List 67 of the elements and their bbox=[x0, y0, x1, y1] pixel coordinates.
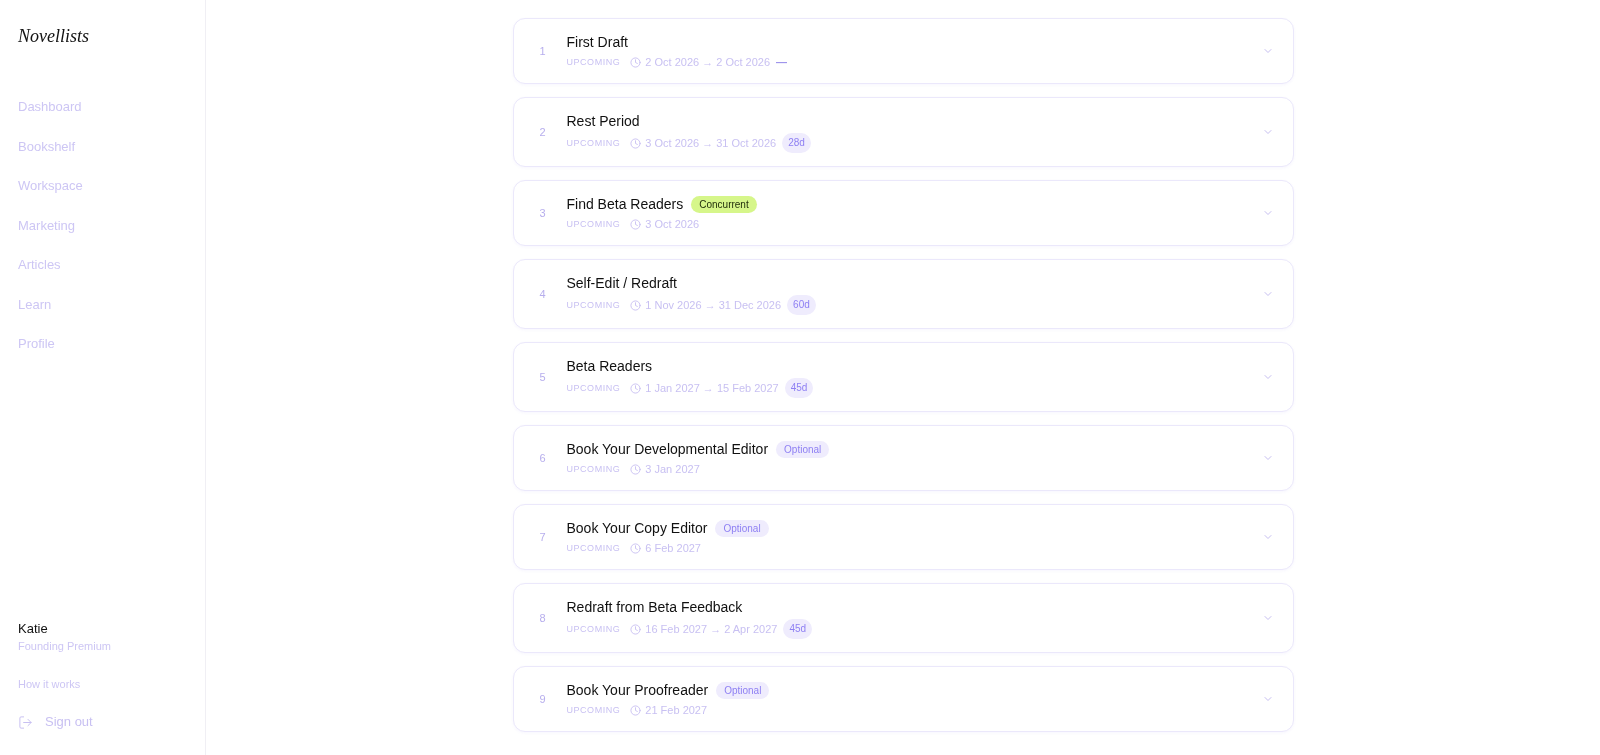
clock-icon bbox=[630, 704, 642, 716]
date-range: 3 Jan 2027 bbox=[645, 462, 700, 477]
status-label: UPCOMING bbox=[566, 463, 621, 476]
status-label: UPCOMING bbox=[566, 382, 621, 395]
duration-pill: 60d bbox=[787, 295, 816, 315]
step-title: Self-Edit / Redraft bbox=[566, 274, 677, 293]
step-number: 5 bbox=[539, 369, 547, 385]
date-range: 2 Oct 2026 → 2 Oct 2026 bbox=[645, 55, 771, 70]
clock-icon bbox=[630, 463, 642, 475]
milestone-card[interactable]: 1 First Draft UPCOMING 2 Oct 2026 → 2 Oct 2026 — bbox=[512, 18, 1294, 84]
milestone-card[interactable]: 4 Self-Edit / Redraft UPCOMING 1 Nov 2026 → 31 Dec 2026 60d bbox=[512, 259, 1294, 329]
step-number: 3 bbox=[539, 205, 547, 221]
step-tag: Concurrent bbox=[691, 195, 757, 213]
date-range: 3 Oct 2026 → 31 Oct 2026 bbox=[645, 136, 777, 151]
date-range: 3 Oct 2026 bbox=[645, 217, 700, 232]
step-number: 7 bbox=[539, 529, 547, 545]
clock-icon bbox=[630, 542, 642, 554]
date-range: 6 Feb 2027 bbox=[645, 541, 701, 556]
sign-out-icon bbox=[18, 714, 33, 730]
step-title: Rest Period bbox=[566, 112, 640, 131]
milestone-card[interactable]: 9 Book Your Proofreader Optional UPCOMING 21 Feb 2027 bbox=[512, 666, 1294, 732]
user-name: Katie bbox=[18, 620, 48, 638]
step-title: Beta Readers bbox=[566, 357, 653, 376]
clock-icon bbox=[630, 218, 642, 230]
plan-label: Founding Premium bbox=[18, 639, 111, 654]
milestone-card[interactable]: 8 Redraft from Beta Feedback UPCOMING 16 Feb 2027 → 2 Apr 2027 45d bbox=[512, 583, 1294, 653]
step-number: 6 bbox=[539, 450, 547, 466]
duration-pill: 45d bbox=[783, 619, 813, 639]
clock-icon bbox=[630, 56, 642, 68]
step-tag: Optional bbox=[716, 681, 770, 699]
date-range: 1 Jan 2027 → 15 Feb 2027 bbox=[645, 381, 779, 396]
date-range: 16 Feb 2027 → 2 Apr 2027 bbox=[645, 622, 778, 637]
step-number: 1 bbox=[539, 43, 547, 59]
milestone-card[interactable]: 2 Rest Period UPCOMING 3 Oct 2026 → 31 Oct 2026 28d bbox=[512, 97, 1294, 167]
step-title: Book Your Proofreader bbox=[566, 681, 709, 700]
step-number: 9 bbox=[539, 691, 547, 707]
step-title: Book Your Developmental Editor bbox=[566, 440, 769, 459]
milestone-card[interactable]: 7 Book Your Copy Editor Optional UPCOMING 6 Feb 2027 bbox=[512, 504, 1294, 570]
status-label: UPCOMING bbox=[566, 542, 621, 555]
clock-icon bbox=[630, 137, 642, 149]
step-tag: Optional bbox=[776, 440, 830, 458]
step-tag: Optional bbox=[715, 519, 769, 537]
step-title: First Draft bbox=[566, 33, 628, 52]
clock-icon bbox=[630, 382, 642, 394]
status-label: UPCOMING bbox=[566, 299, 621, 312]
step-title: Find Beta Readers bbox=[566, 195, 684, 214]
step-number: 4 bbox=[539, 286, 547, 302]
step-number: 2 bbox=[539, 124, 547, 140]
duration-text: — bbox=[776, 55, 788, 70]
step-title: Redraft from Beta Feedback bbox=[566, 598, 743, 617]
date-range: 1 Nov 2026 → 31 Dec 2026 bbox=[645, 298, 782, 313]
milestone-card[interactable]: 5 Beta Readers UPCOMING 1 Jan 2027 → 15 Feb 2027 45d bbox=[512, 342, 1294, 412]
logo-text[interactable]: Novellists bbox=[18, 24, 89, 48]
duration-pill: 28d bbox=[782, 133, 811, 153]
date-range: 21 Feb 2027 bbox=[645, 703, 708, 718]
step-title: Book Your Copy Editor bbox=[566, 519, 708, 538]
clock-icon bbox=[630, 299, 642, 311]
step-number: 8 bbox=[539, 610, 547, 626]
status-label: UPCOMING bbox=[566, 704, 621, 717]
status-label: UPCOMING bbox=[566, 56, 621, 69]
status-label: UPCOMING bbox=[566, 137, 621, 150]
clock-icon bbox=[630, 623, 642, 635]
milestone-card[interactable]: 6 Book Your Developmental Editor Optional UPCOMING 3 Jan 2027 bbox=[512, 425, 1294, 491]
status-label: UPCOMING bbox=[566, 623, 621, 636]
duration-pill: 45d bbox=[784, 378, 814, 398]
milestone-card[interactable]: 3 Find Beta Readers Concurrent UPCOMING 3 Oct 2026 bbox=[512, 180, 1294, 246]
status-label: UPCOMING bbox=[566, 218, 621, 231]
